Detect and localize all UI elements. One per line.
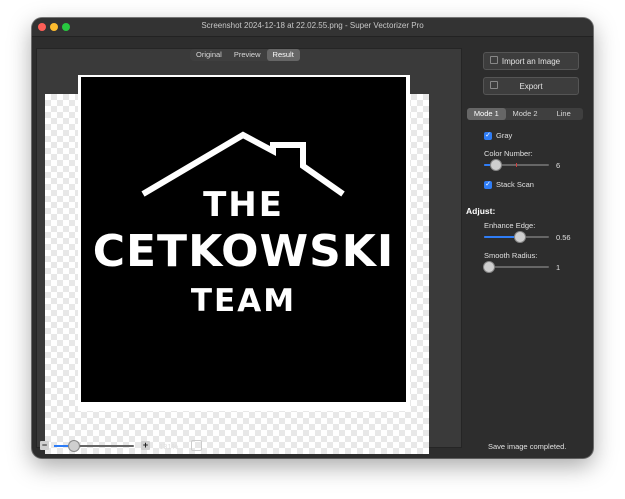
- tab-result[interactable]: Result: [266, 49, 300, 61]
- adjust-heading: Adjust:: [466, 206, 496, 216]
- title-bar: Screenshot 2024-12-18 at 22.02.55.png - …: [32, 18, 593, 37]
- color-number-knob[interactable]: [491, 160, 501, 170]
- result-image: THE CETKOWSKI TEAM: [81, 77, 406, 402]
- logo-text-the: THE: [203, 185, 284, 225]
- smooth-radius-label: Smooth Radius:: [484, 251, 538, 260]
- status-text: Save image completed.: [488, 442, 567, 451]
- zoom-out-icon[interactable]: −: [40, 441, 49, 450]
- zoom-knob[interactable]: [69, 441, 79, 451]
- smooth-radius-knob[interactable]: [484, 262, 494, 272]
- enhance-edge-label: Enhance Edge:: [484, 221, 536, 230]
- stack-scan-checkbox[interactable]: ✓: [484, 180, 492, 189]
- logo-text-team: TEAM: [190, 283, 297, 319]
- tab-preview[interactable]: Preview: [228, 49, 267, 61]
- import-image-label: Import an Image: [501, 56, 561, 66]
- view-tabs: Original Preview Result: [190, 49, 300, 61]
- zoom-level: 131%: [159, 442, 179, 451]
- export-icon: [490, 81, 498, 89]
- zoom-in-icon[interactable]: +: [141, 441, 150, 450]
- gray-label: Gray: [496, 131, 513, 140]
- color-number-value: 6: [556, 161, 561, 170]
- enhance-edge-knob[interactable]: [515, 232, 525, 242]
- export-label: Export: [519, 81, 543, 91]
- fit-screen-icon[interactable]: [191, 440, 202, 451]
- settings-panel: Import an Image Export Mode 1 Mode 2 Lin…: [464, 46, 589, 426]
- enhance-edge-value: 0.56: [556, 233, 571, 242]
- window-title: Screenshot 2024-12-18 at 22.02.55.png - …: [201, 21, 424, 30]
- mode-tabs: Mode 1 Mode 2 Line: [467, 108, 583, 120]
- app-window: Screenshot 2024-12-18 at 22.02.55.png - …: [32, 18, 593, 458]
- bottom-bar: − + 131% Save image completed.: [32, 432, 593, 458]
- export-button[interactable]: Export: [483, 77, 579, 95]
- gray-checkbox[interactable]: ✓: [484, 131, 492, 140]
- enhance-edge-slider[interactable]: [484, 232, 549, 242]
- smooth-radius-slider[interactable]: [484, 262, 549, 272]
- color-number-label: Color Number:: [484, 149, 533, 158]
- stack-scan-checkbox-row[interactable]: ✓ Stack Scan: [484, 180, 534, 189]
- tab-mode-1[interactable]: Mode 1: [467, 108, 506, 120]
- logo-text-name: CETKOWSKI: [92, 226, 395, 277]
- tab-original[interactable]: Original: [190, 49, 228, 61]
- tab-line[interactable]: Line: [544, 108, 583, 120]
- stack-scan-label: Stack Scan: [496, 180, 534, 189]
- tab-mode-2[interactable]: Mode 2: [506, 108, 545, 120]
- smooth-radius-value: 1: [556, 263, 561, 272]
- gray-checkbox-row[interactable]: ✓ Gray: [484, 131, 512, 140]
- color-number-slider[interactable]: [484, 160, 549, 170]
- import-icon: [490, 56, 498, 64]
- color-number-tick: [516, 163, 517, 167]
- import-image-button[interactable]: Import an Image: [483, 52, 579, 70]
- zoom-slider[interactable]: [54, 441, 134, 451]
